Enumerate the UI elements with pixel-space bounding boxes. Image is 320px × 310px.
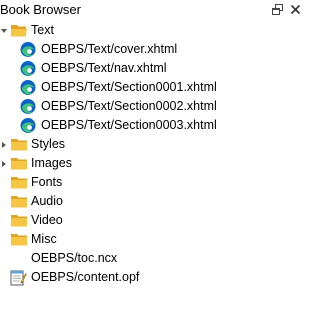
edge-browser-icon (20, 80, 36, 95)
edge-browser-icon (20, 61, 36, 76)
tree-item-file[interactable]: OEBPS/Text/nav.xhtml (0, 59, 308, 78)
folder-icon (11, 196, 27, 208)
chevron-right-icon[interactable] (0, 141, 8, 149)
tree-item-file[interactable]: OEBPS/Text/Section0001.xhtml (0, 78, 308, 97)
tree-item-label: Styles (31, 137, 66, 151)
tree-item-label: OEBPS/Text/cover.xhtml (41, 42, 178, 56)
tree-item-video-folder[interactable]: Video (0, 211, 308, 230)
chevron-right-icon[interactable] (0, 160, 8, 168)
tree-item-label: Images (31, 156, 72, 170)
folder-icon (11, 139, 27, 151)
panel-title: Book Browser (0, 2, 81, 17)
tree-item-label: OEBPS/Text/Section0002.xhtml (41, 99, 217, 113)
tree-item-file[interactable]: OEBPS/Text/Section0003.xhtml (0, 116, 308, 135)
tree-item-label: OEBPS/Text/nav.xhtml (41, 61, 167, 75)
tree-item-file[interactable]: OEBPS/Text/Section0002.xhtml (0, 97, 308, 116)
book-tree: Text OEBPS/Text/cover.xhtml OEBPS/Text/n… (0, 19, 308, 289)
close-panel-icon[interactable] (288, 2, 302, 16)
tree-item-label: Fonts (31, 175, 63, 189)
tree-item-label: OEBPS/toc.ncx (31, 251, 118, 265)
tree-item-label: OEBPS/Text/Section0003.xhtml (41, 118, 217, 132)
notepad-icon (10, 270, 27, 286)
folder-open-icon (11, 25, 27, 37)
tree-item-file[interactable]: OEBPS/Text/cover.xhtml (0, 40, 308, 59)
tree-item-label: OEBPS/Text/Section0001.xhtml (41, 80, 217, 94)
tree-item-text-folder[interactable]: Text (0, 21, 308, 40)
tree-item-label: Audio (31, 194, 63, 208)
edge-browser-icon (20, 99, 36, 114)
folder-icon (11, 215, 27, 227)
folder-icon (11, 234, 27, 246)
tree-item-styles-folder[interactable]: Styles (0, 135, 308, 154)
tree-item-label: OEBPS/content.opf (31, 270, 140, 284)
tree-item-opf[interactable]: OEBPS/content.opf (0, 268, 308, 287)
tree-item-toc[interactable]: OEBPS/toc.ncx (0, 249, 308, 268)
tree-item-images-folder[interactable]: Images (0, 154, 308, 173)
tree-item-audio-folder[interactable]: Audio (0, 192, 308, 211)
panel-title-bar: Book Browser (0, 0, 308, 19)
tree-item-misc-folder[interactable]: Misc (0, 230, 308, 249)
chevron-down-icon[interactable] (0, 27, 8, 35)
folder-icon (11, 177, 27, 189)
tree-item-label: Misc (31, 232, 57, 246)
tree-item-fonts-folder[interactable]: Fonts (0, 173, 308, 192)
folder-icon (11, 158, 27, 170)
tree-item-label: Video (31, 213, 63, 227)
book-browser-panel: Book Browser Text OEBPS/Text/cover.xhtml… (0, 0, 308, 310)
edge-browser-icon (20, 118, 36, 133)
tree-item-label: Text (31, 23, 54, 37)
edge-browser-icon (20, 42, 36, 57)
float-panel-icon[interactable] (270, 2, 284, 16)
